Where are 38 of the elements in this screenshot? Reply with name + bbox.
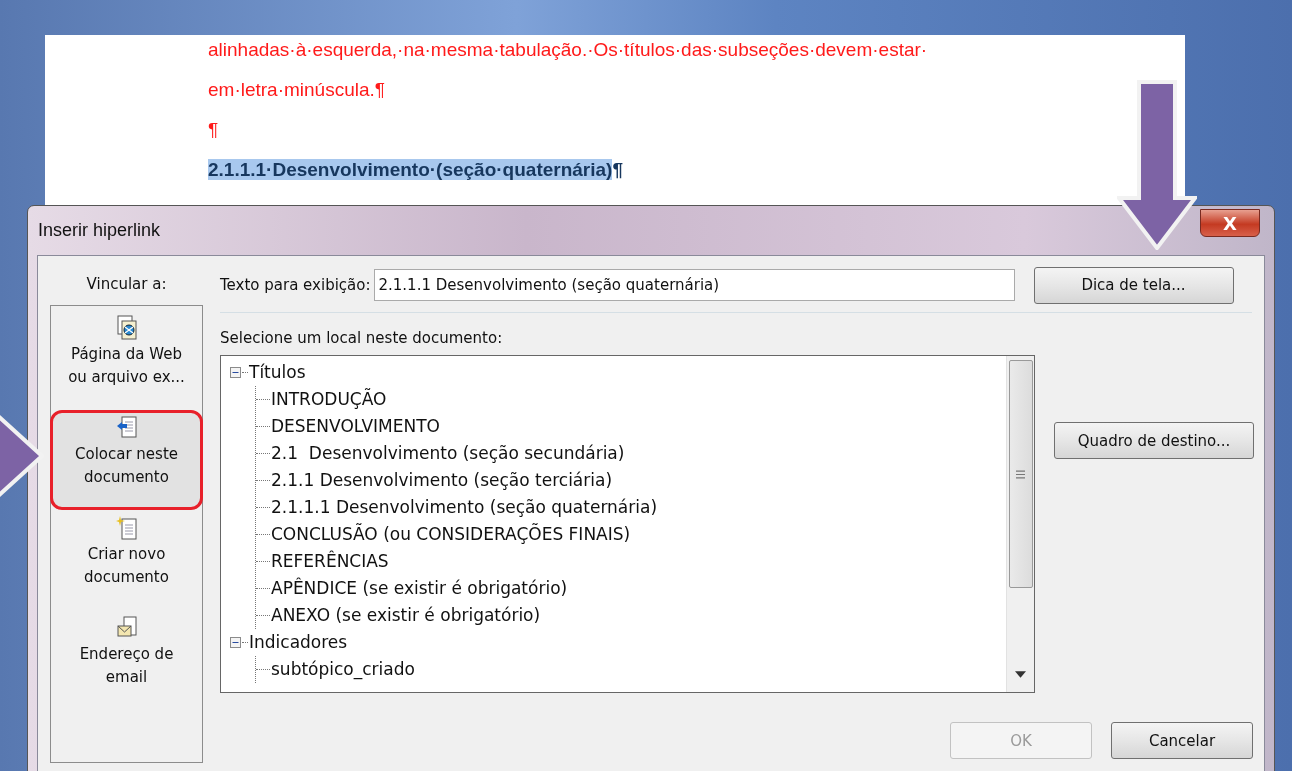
screen-tip-button[interactable]: Dica de tela... [1033, 266, 1234, 304]
display-text-label: Texto para exibição: [220, 276, 371, 294]
tree-item[interactable]: APÊNDICE (se existir é obrigatório) [271, 575, 568, 602]
cancel-button[interactable]: Cancelar [1111, 722, 1253, 759]
scroll-thumb[interactable] [1008, 360, 1033, 588]
tree-item[interactable]: subtópico_criado [271, 656, 415, 683]
tree-item[interactable]: CONCLUSÃO (ou CONSIDERAÇÕES FINAIS) [271, 521, 631, 548]
paragraph-mark: ¶ [612, 159, 623, 180]
scroll-down-icon[interactable] [1015, 671, 1026, 678]
tree-item[interactable]: 2.1.1.1 Desenvolvimento (seção quaternária) [271, 494, 658, 521]
target-frame-button[interactable]: Quadro de destino... [1054, 422, 1254, 459]
display-text-field[interactable]: 2.1.1.1 Desenvolvimento (seção quaternária) [373, 269, 1015, 301]
tree-item[interactable]: DESENVOLVIMENTO [271, 413, 440, 440]
link-type-item[interactable]: Criar novo documento [50, 510, 203, 610]
document-arrow-icon [115, 415, 138, 441]
close-button[interactable]: X [1200, 209, 1260, 237]
tree-item[interactable]: Indicadores [249, 629, 348, 656]
tree-label: Selecione um local neste documento: [220, 329, 504, 349]
tree-item[interactable]: INTRODUÇÃO [271, 386, 387, 413]
document-text: em·letra·minúscula.¶ [208, 78, 387, 102]
document-text: alinhadas·à·esquerda,·na·mesma·tabulação.·Os·títulos·das·subseções·devem·estar· [208, 38, 929, 62]
new-document-icon [115, 515, 138, 541]
document-text: ¶ [208, 118, 220, 142]
tree-item[interactable]: Títulos [249, 359, 306, 386]
link-type-item[interactable]: Endereço de email [50, 610, 203, 710]
collapse-icon[interactable] [230, 367, 241, 378]
window-title: Inserir hiperlink [38, 220, 161, 241]
web-page-icon [115, 315, 138, 341]
link-to-label: Vincular a: [85, 275, 168, 295]
link-type-item[interactable]: Colocar neste documento [50, 410, 203, 510]
heading-text: 2.1.1.1·Desenvolvimento·(seção·quaternária) [208, 159, 613, 180]
tree-item[interactable]: REFERÊNCIAS [271, 548, 389, 575]
tree-item[interactable]: ANEXO (se existir é obrigatório) [271, 602, 541, 629]
tree-item[interactable]: 2.1 Desenvolvimento (seção secundária) [271, 440, 625, 467]
collapse-icon[interactable] [230, 637, 241, 648]
tree-item[interactable]: 2.1.1 Desenvolvimento (seção terciária) [271, 467, 613, 494]
vertical-scrollbar[interactable] [1006, 356, 1034, 692]
link-type-item[interactable]: Página da Web ou arquivo ex... [50, 310, 203, 410]
